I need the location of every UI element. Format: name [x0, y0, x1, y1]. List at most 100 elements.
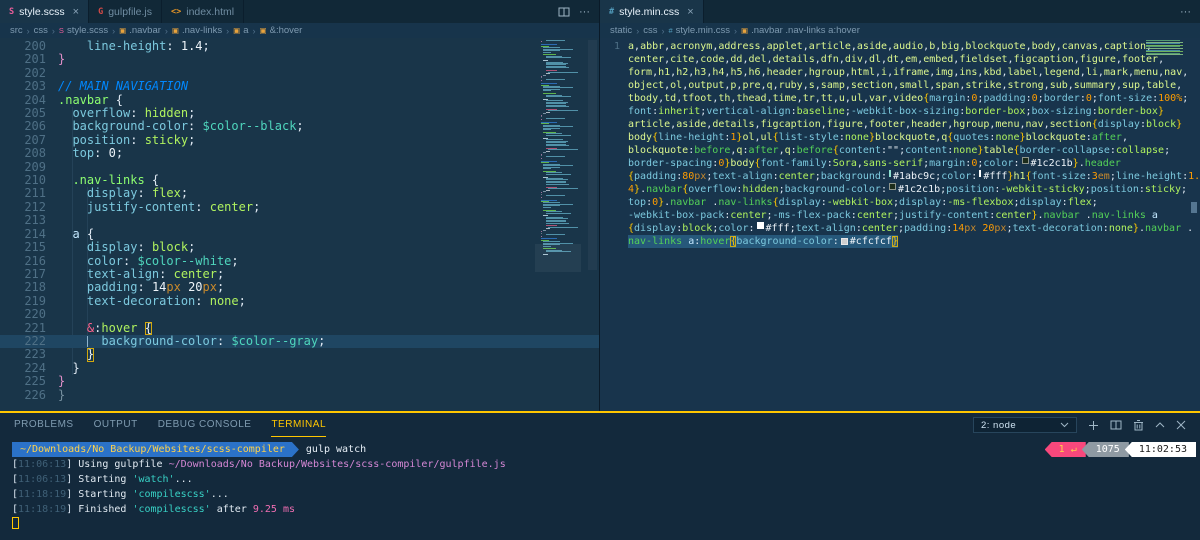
code-line[interactable]: 219 text-decoration: none;	[0, 294, 599, 308]
line-number: 223	[24, 347, 46, 362]
code-line[interactable]: article, aside, details, figcaption, figure,…	[600, 118, 1200, 131]
breadcrumb-item-static[interactable]: static	[610, 25, 632, 36]
code-line[interactable]: 217 text-align: center;	[0, 267, 599, 281]
terminal-selector[interactable]: 2: node	[973, 417, 1077, 433]
code-line[interactable]: 207 position: sticky;	[0, 133, 599, 147]
code-line[interactable]: 218 padding: 14 px 20 px;	[0, 280, 599, 294]
code-line[interactable]: nav-links a:hover{background-color: #cfcf…	[600, 235, 1200, 248]
tab-style.min.css[interactable]: # style.min.css ×	[600, 0, 704, 23]
split-terminal-icon[interactable]	[1110, 419, 1122, 431]
code-line[interactable]: 223 }	[0, 347, 599, 362]
code-line[interactable]: body{line-height:1} ol, ul{list-style: none…	[600, 131, 1200, 144]
breadcrumb-label: css	[33, 25, 48, 36]
code-line[interactable]: 226}	[0, 387, 599, 402]
code-line[interactable]: 222 background-color: $color--gray;	[0, 334, 599, 349]
panel-tab-output[interactable]: OUTPUT	[94, 413, 138, 437]
close-tab-icon[interactable]: ×	[687, 6, 693, 18]
minimap[interactable]	[541, 40, 579, 256]
terminal-cursor-line[interactable]	[12, 517, 1200, 532]
color-swatch	[979, 170, 982, 177]
code-line[interactable]: 224 }	[0, 361, 599, 375]
code-line[interactable]: 206 background-color: $color--black;	[0, 120, 599, 134]
maximize-panel-chevron-icon[interactable]	[1155, 422, 1165, 428]
tab-gulpfile.js[interactable]: Ggulpfile.js	[89, 0, 162, 23]
breadcrumb-item-css[interactable]: css	[34, 25, 48, 36]
breadcrumb-item-style.min.css[interactable]: # style.min.css	[668, 25, 730, 36]
code-line[interactable]: border-spacing:0} body{font-family: Sora, s…	[600, 157, 1200, 170]
code-line[interactable]: 211 display: flex;	[0, 186, 599, 201]
code-editor-scss[interactable]: 200 line-height: 1.4; 201} 202 203// MAIN N…	[0, 38, 599, 411]
code-line[interactable]: 215 display: block;	[0, 240, 599, 254]
breadcrumb-item-src[interactable]: src	[10, 25, 23, 36]
code-line[interactable]: 4}. navbar{overflow: hidden; background-col…	[600, 183, 1200, 196]
tab-style.scss[interactable]: Sstyle.scss ×	[0, 0, 90, 23]
breadcrumb-item-.navbar .nav-links a:hover[interactable]: ▣ .navbar .nav-links a:hover	[741, 25, 860, 36]
code-line[interactable]: 209	[0, 160, 599, 174]
breadcrumb-item-style.scss[interactable]: Sstyle.scss	[59, 25, 108, 36]
code-line[interactable]: 203// MAIN NAVIGATION	[0, 79, 599, 93]
kill-terminal-trash-icon[interactable]	[1133, 419, 1144, 431]
breadcrumb-item-a[interactable]: ▣ a	[233, 25, 248, 36]
code-line[interactable]: 225}	[0, 374, 599, 389]
code-line[interactable]: font: inherit; vertical-align: baseline; -we…	[600, 105, 1200, 118]
breadcrumb-label: a	[243, 25, 249, 36]
line-number: 204	[24, 92, 46, 107]
breadcrumb-label: &:hover	[269, 25, 303, 36]
split-editor-icon[interactable]	[558, 6, 570, 18]
code-line[interactable]: form, h1, h2, h3, h4, h5, h6, header, hgroup, htm…	[600, 66, 1200, 79]
history-count-segment: 1075	[1081, 442, 1129, 457]
code-line[interactable]: 210 .nav-links {	[0, 173, 599, 187]
panel-tab-terminal[interactable]: TERMINAL	[271, 413, 326, 437]
code-line[interactable]: 201}	[0, 52, 599, 66]
line-number	[600, 92, 628, 105]
code-line[interactable]: 200 line-height: 1.4;	[0, 39, 599, 53]
terminal-status-segments: 1 ↵ 1075 11:02:53	[1044, 442, 1196, 457]
code-line[interactable]: top:0}. navbar . nav-links{display: -webkit…	[600, 196, 1200, 209]
code-line[interactable]: blockquote: before, q: after, q: before{conte…	[600, 144, 1200, 157]
code-line[interactable]: {display: block; color: #fff; text-align: cen…	[600, 222, 1200, 235]
panel-tab-problems[interactable]: PROBLEMS	[14, 413, 74, 437]
code-line[interactable]: {padding:80 px; text-align: center; backgrou…	[600, 170, 1200, 183]
terminal[interactable]: ~/Downloads/No Backup/Websites/scss-comp…	[0, 437, 1200, 532]
prompt-path-segment: ~/Downloads/No Backup/Websites/scss-comp…	[12, 442, 299, 457]
breadcrumb-item-.navbar[interactable]: ▣ .navbar	[119, 25, 161, 36]
code-line[interactable]: 204 .navbar {	[0, 92, 599, 107]
line-number: 208	[24, 146, 46, 161]
code-line[interactable]: 213	[0, 213, 599, 227]
code-line[interactable]: 216 color: $color--white;	[0, 254, 599, 268]
code-line[interactable]: object, ol, output, p, pre, q, ruby, s, samp, sec…	[600, 79, 1200, 92]
new-terminal-icon[interactable]	[1088, 420, 1099, 431]
close-panel-icon[interactable]	[1176, 420, 1186, 430]
more-actions-icon[interactable]: ···	[1180, 6, 1191, 18]
breadcrumb-item-.nav-links[interactable]: ▣ .nav-links	[172, 25, 222, 36]
breadcrumb-separator-icon: ›	[733, 25, 737, 36]
code-line[interactable]: 208 top: 0;	[0, 146, 599, 161]
breadcrumb-item-&:hover[interactable]: ▣ &:hover	[260, 25, 303, 36]
code-line[interactable]: 1 a, abbr, acronym, address, applet, article, a…	[600, 40, 1200, 53]
tab-index.html[interactable]: <> index.html	[162, 0, 245, 23]
breadcrumb-label: .nav-links	[182, 25, 223, 36]
code-line[interactable]: 212 justify-content: center;	[0, 200, 599, 214]
terminal-output-line: [11:18:19] Starting 'compilescss'...	[12, 489, 229, 500]
code-line[interactable]: 221 &: hover {	[0, 321, 599, 335]
code-line[interactable]: center, cite, code, dd, del, details, dfn, div,…	[600, 53, 1200, 66]
code-line[interactable]: -webkit-box-pack: center; -ms-flex-pack: ce…	[600, 209, 1200, 222]
minimap-slider[interactable]	[535, 244, 581, 272]
panel-tab-debug-console[interactable]: DEBUG CONSOLE	[158, 413, 252, 437]
breadcrumb-item-css[interactable]: css	[643, 25, 657, 36]
line-number: 226	[24, 387, 46, 402]
minimap[interactable]	[1146, 40, 1186, 56]
scrollbar[interactable]	[588, 40, 597, 270]
code-line[interactable]: 214 a {	[0, 227, 599, 241]
code-editor-css-min[interactable]: 1 a, abbr, acronym, address, applet, article, a…	[600, 38, 1200, 411]
code-line[interactable]: tbody, td, tfoot, th, thead, time, tr, tt, u, ul,…	[600, 92, 1200, 105]
code-line[interactable]: 220	[0, 307, 599, 321]
terminal-controls: 2: node	[973, 417, 1200, 433]
line-number: 225	[24, 374, 46, 389]
line-number: 211	[24, 186, 46, 201]
more-actions-icon[interactable]: ···	[579, 6, 590, 18]
terminal-command: gulp watch	[305, 444, 367, 455]
close-tab-icon[interactable]: ×	[73, 6, 79, 18]
code-line[interactable]: 205 overflow: hidden;	[0, 106, 599, 120]
code-line[interactable]: 202	[0, 66, 599, 80]
